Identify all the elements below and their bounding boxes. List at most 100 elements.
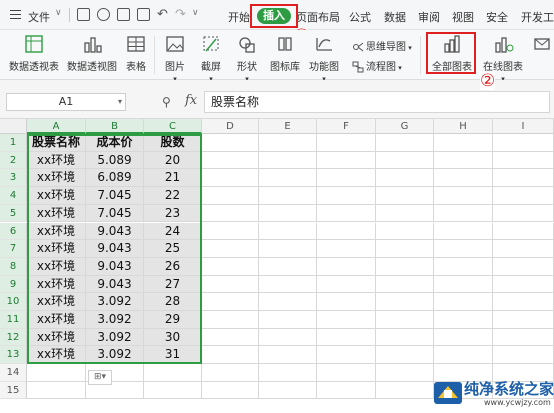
table-cell[interactable] xyxy=(317,364,376,382)
row-header[interactable]: 13 xyxy=(0,346,27,365)
table-button[interactable]: 表格 xyxy=(122,34,150,73)
table-cell[interactable] xyxy=(376,169,434,188)
table-cell[interactable] xyxy=(317,151,376,170)
table-cell[interactable] xyxy=(493,151,554,170)
table-cell[interactable]: 3.092 xyxy=(86,293,144,311)
file-menu[interactable]: 文件 xyxy=(28,9,50,25)
table-cell[interactable] xyxy=(493,240,554,258)
column-header-g[interactable]: G xyxy=(376,119,434,134)
table-cell[interactable] xyxy=(202,364,259,382)
table-cell[interactable] xyxy=(202,275,259,294)
table-cell[interactable] xyxy=(317,240,376,258)
column-header-b[interactable]: B xyxy=(86,119,144,134)
table-cell[interactable] xyxy=(259,257,317,276)
table-cell[interactable] xyxy=(376,187,434,205)
row-header[interactable]: 3 xyxy=(0,169,27,188)
table-cell[interactable] xyxy=(493,257,554,276)
tab-page-layout[interactable]: 页面布局 xyxy=(296,9,340,25)
pivot-chart-button[interactable]: 数据透视图 xyxy=(66,34,118,73)
table-cell[interactable]: 28 xyxy=(144,293,202,311)
row-header[interactable]: 8 xyxy=(0,257,27,276)
table-cell[interactable] xyxy=(434,275,493,294)
table-cell[interactable] xyxy=(493,169,554,188)
tab-developer[interactable]: 开发工 xyxy=(521,9,554,25)
table-cell[interactable] xyxy=(259,187,317,205)
table-cell[interactable] xyxy=(434,204,493,223)
redo-icon[interactable]: ↷ xyxy=(175,7,186,22)
table-cell[interactable]: 21 xyxy=(144,169,202,188)
table-cell[interactable]: 3.092 xyxy=(86,311,144,329)
table-cell[interactable]: 20 xyxy=(144,151,202,170)
function-chart-button[interactable]: 功能图 ▾ xyxy=(304,34,344,84)
table-cell[interactable] xyxy=(376,311,434,329)
table-cell[interactable]: 9.043 xyxy=(86,257,144,276)
table-cell[interactable] xyxy=(202,257,259,276)
table-cell[interactable] xyxy=(317,275,376,294)
table-cell[interactable] xyxy=(317,257,376,276)
table-cell[interactable]: 7.045 xyxy=(86,187,144,205)
table-cell[interactable] xyxy=(376,364,434,382)
table-cell[interactable] xyxy=(259,222,317,241)
table-cell[interactable] xyxy=(202,204,259,223)
table-cell[interactable] xyxy=(434,346,493,365)
quick-access-chevron-icon[interactable]: ∨ xyxy=(192,8,199,18)
file-menu-chevron-icon[interactable]: ∨ xyxy=(55,8,62,18)
table-cell[interactable] xyxy=(434,151,493,170)
fx-icon[interactable]: fx xyxy=(185,93,197,108)
table-cell[interactable]: xx环境 xyxy=(27,346,86,365)
table-cell[interactable]: 31 xyxy=(144,346,202,365)
table-cell[interactable]: 30 xyxy=(144,328,202,347)
row-header[interactable]: 12 xyxy=(0,328,27,347)
table-cell[interactable] xyxy=(493,275,554,294)
table-cell[interactable]: 6.089 xyxy=(86,169,144,188)
table-cell[interactable] xyxy=(493,328,554,347)
table-cell[interactable] xyxy=(259,169,317,188)
column-header-d[interactable]: D xyxy=(202,119,259,134)
column-header-c[interactable]: C xyxy=(144,119,202,134)
spreadsheet-grid[interactable]: A B C D E F G H I 1 股票名称 成本价 股数 2 xx环境 5.089 20 3 xx环境 6.08… xyxy=(0,119,554,413)
table-cell[interactable] xyxy=(202,346,259,365)
table-cell[interactable] xyxy=(202,293,259,311)
tab-data[interactable]: 数据 xyxy=(384,9,406,25)
column-header-h[interactable]: H xyxy=(434,119,493,134)
table-cell[interactable] xyxy=(493,222,554,241)
mind-map-button[interactable]: 思维导图 ▾ xyxy=(352,38,412,53)
table-cell[interactable]: 3.092 xyxy=(86,346,144,365)
row-header[interactable]: 9 xyxy=(0,275,27,294)
table-cell[interactable]: 股票名称 xyxy=(27,134,86,152)
table-cell[interactable]: xx环境 xyxy=(27,293,86,311)
table-cell[interactable]: 成本价 xyxy=(86,134,144,152)
table-cell[interactable] xyxy=(259,293,317,311)
table-cell[interactable] xyxy=(202,169,259,188)
table-cell[interactable] xyxy=(317,187,376,205)
table-cell[interactable]: xx环境 xyxy=(27,151,86,170)
tab-formulas[interactable]: 公式 xyxy=(349,9,371,25)
table-cell[interactable] xyxy=(434,187,493,205)
table-cell[interactable] xyxy=(434,293,493,311)
screenshot-button[interactable]: 截屏 ▾ xyxy=(196,34,226,84)
table-cell[interactable] xyxy=(376,240,434,258)
table-cell[interactable]: xx环境 xyxy=(27,204,86,223)
table-cell[interactable] xyxy=(259,364,317,382)
icon-library-button[interactable]: 图标库 xyxy=(270,34,300,73)
table-cell[interactable]: 9.043 xyxy=(86,240,144,258)
table-cell[interactable] xyxy=(376,346,434,365)
row-header[interactable]: 5 xyxy=(0,204,27,223)
table-cell[interactable]: 24 xyxy=(144,222,202,241)
table-cell[interactable] xyxy=(376,328,434,347)
shape-button[interactable]: 形状 ▾ xyxy=(232,34,262,84)
table-cell[interactable]: 26 xyxy=(144,257,202,276)
table-cell[interactable] xyxy=(376,293,434,311)
row-header[interactable]: 14 xyxy=(0,364,27,382)
table-cell[interactable] xyxy=(144,381,202,400)
flowchart-button[interactable]: 流程图 ▾ xyxy=(352,58,402,73)
table-cell[interactable] xyxy=(259,311,317,329)
column-header-f[interactable]: F xyxy=(317,119,376,134)
picture-button[interactable]: 图片 ▾ xyxy=(160,34,190,84)
row-header[interactable]: 11 xyxy=(0,311,27,329)
table-cell[interactable] xyxy=(144,364,202,382)
name-box[interactable]: A1 ▾ xyxy=(6,93,126,111)
zoom-icon[interactable]: ⚲ xyxy=(162,95,171,109)
row-header[interactable]: 10 xyxy=(0,293,27,311)
table-cell[interactable] xyxy=(259,151,317,170)
